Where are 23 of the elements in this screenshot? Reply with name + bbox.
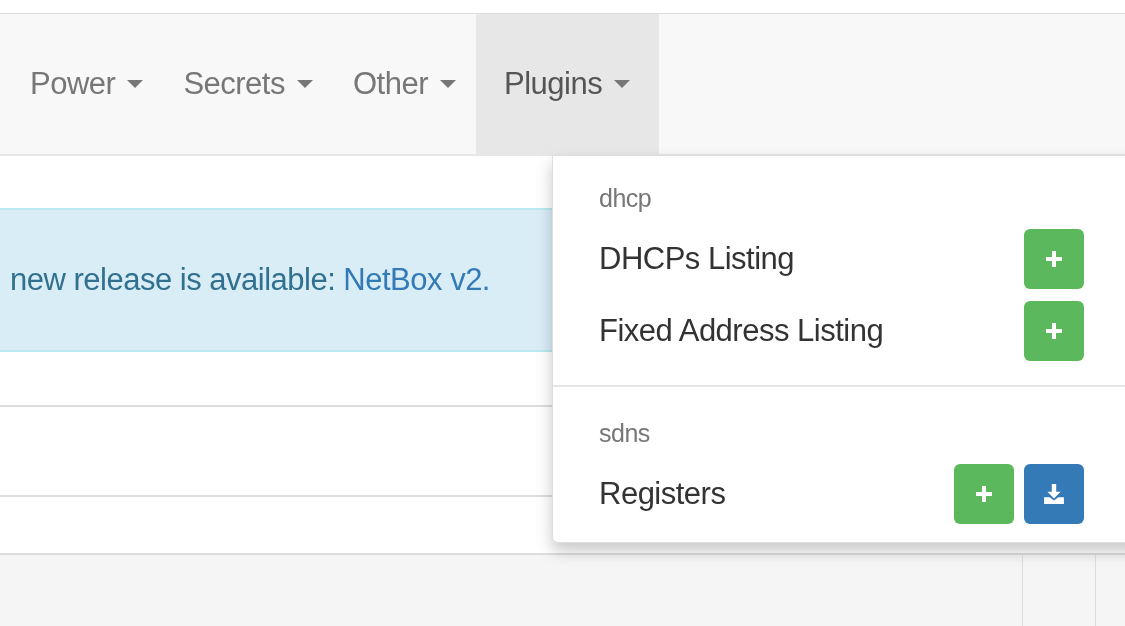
plus-icon [1044,249,1064,269]
menu-item[interactable]: Registers [553,476,726,512]
nav-menu[interactable]: Power [10,14,164,154]
menu-item[interactable]: Fixed Address Listing [553,313,884,349]
alert-message: new release is available: NetBox v2. [10,262,490,298]
section-header: sdns [598,418,651,449]
plus-icon [1044,321,1064,341]
add-button[interactable] [1024,301,1084,361]
caret-icon [614,80,631,88]
nav-menu[interactable]: Plugins [476,14,660,154]
nav-menu[interactable]: Other [333,14,476,154]
download-icon [1043,483,1065,505]
release-link[interactable]: NetBox v2. [343,262,490,297]
add-button[interactable] [1024,229,1084,289]
plus-icon [974,484,994,504]
section-header: dhcp [598,183,653,214]
caret-icon [297,80,313,88]
import-button[interactable] [1024,464,1084,524]
menu-item[interactable]: DHCPs Listing [553,241,795,277]
caret-icon [440,80,456,88]
add-button[interactable] [954,464,1014,524]
caret-icon [127,80,144,88]
nav-menu[interactable]: Secrets [163,14,333,154]
